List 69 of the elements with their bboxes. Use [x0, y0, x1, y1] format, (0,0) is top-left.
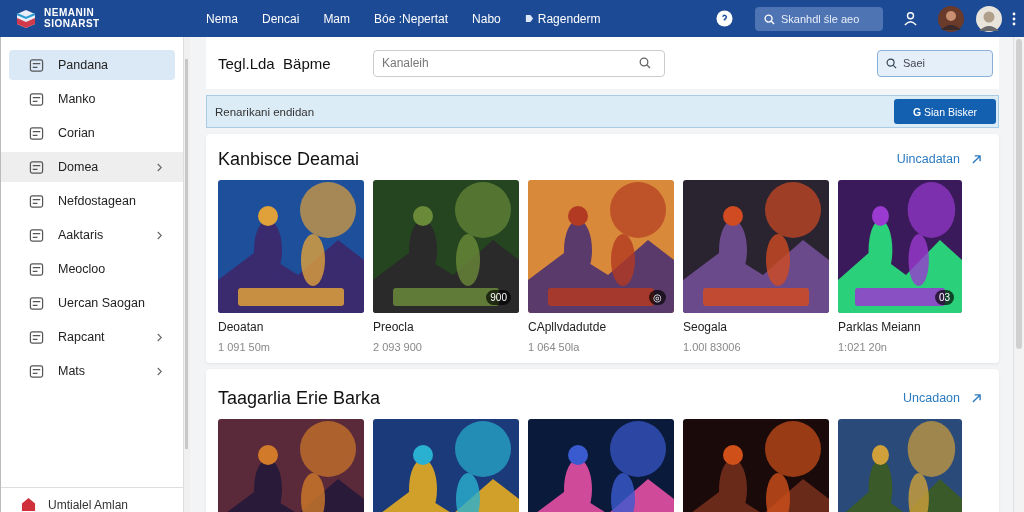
cube-logo-icon: [16, 8, 36, 29]
avatar[interactable]: [976, 5, 1002, 32]
page-title: Tegl.Lda Bäpme: [218, 54, 332, 72]
menu-item-icon: [29, 159, 44, 175]
sidebar-item[interactable]: Aaktaris: [9, 220, 175, 250]
nav-link[interactable]: Nema: [206, 11, 238, 26]
nav-link[interactable]: Mam: [323, 11, 351, 26]
game-title: Seogala: [683, 320, 729, 334]
avatar[interactable]: [938, 5, 964, 32]
search-icon: [764, 13, 775, 25]
sidebar-item[interactable]: Domea: [1, 152, 183, 182]
section-title: Kanbisce Deamai: [218, 148, 360, 170]
search-field[interactable]: Skanhdl śle aeo: [755, 6, 883, 31]
chevron-icon: [156, 230, 163, 240]
nav-link[interactable]: Ragenderm: [524, 11, 601, 26]
search-icon: [639, 56, 651, 69]
nav-link[interactable]: Dencai: [262, 11, 300, 26]
game-stats: 2 093 900: [373, 341, 423, 353]
search-field[interactable]: Kanaleih: [373, 49, 665, 77]
game-stats: 1:021 20n: [838, 341, 888, 353]
arrow-icon: [972, 393, 981, 403]
game-stats: 1.00l 83006: [683, 341, 742, 353]
menu-item-icon: [29, 193, 44, 209]
house-icon: [21, 497, 36, 512]
brand-name: NEMANIN SIONARST: [44, 8, 101, 29]
menu-item-icon: [29, 227, 44, 243]
sidebar-item[interactable]: Corian: [9, 118, 175, 148]
user-icon[interactable]: [903, 11, 918, 26]
sidebar-item[interactable]: Nefdostagean: [9, 186, 175, 216]
game-title: Parklas Meiann: [838, 320, 922, 334]
game-title: CApllvdadutde: [528, 320, 608, 334]
sign-in-button[interactable]: G Sian Bisker: [894, 99, 996, 124]
menu-item-icon: [29, 125, 44, 141]
more-icon[interactable]: [1012, 11, 1016, 26]
game-stats: 1 064 50la: [528, 341, 581, 353]
sidebar-item[interactable]: Pandana: [9, 50, 175, 80]
search-icon: [886, 57, 897, 69]
count-badge: 03: [934, 290, 954, 305]
help-icon[interactable]: [716, 10, 733, 27]
game-title: Deoatan: [218, 320, 265, 334]
menu-item-icon: [29, 57, 44, 73]
game-title: Preocla: [373, 320, 415, 334]
search-button[interactable]: Saei: [877, 49, 993, 77]
chevron-icon: [156, 332, 163, 342]
count-badge: 900: [486, 290, 511, 305]
nav-link[interactable]: Nabo: [472, 11, 501, 26]
sidebar-footer-item[interactable]: Umtialel Amlan: [1, 487, 183, 512]
menu-item-icon: [29, 295, 44, 311]
arrow-icon: [972, 154, 981, 164]
game-stats: 1 091 50m: [218, 341, 271, 353]
sidebar-item[interactable]: Meocloo: [9, 254, 175, 284]
scrollbar-thumb[interactable]: [1016, 39, 1022, 349]
section-title: Taagarlia Erie Barka: [218, 387, 381, 409]
chevron-icon: [156, 366, 163, 376]
menu-item-icon: [29, 261, 44, 277]
nav-link[interactable]: Bóe :Nepertat: [374, 11, 449, 26]
menu-item-icon: [29, 91, 44, 107]
sidebar-item[interactable]: Mats: [9, 356, 175, 386]
count-badge: ◎: [649, 290, 666, 305]
sidebar-item[interactable]: Manko: [9, 84, 175, 114]
sidebar-item[interactable]: Uercan Saogan: [9, 288, 175, 318]
tag-icon: [524, 14, 534, 23]
view-all-link[interactable]: Uincadatan: [896, 152, 960, 166]
banner-text: Renarikani endidan: [215, 105, 315, 118]
menu-item-icon: [29, 363, 44, 379]
menu-item-icon: [29, 329, 44, 345]
view-all-link[interactable]: Uncadaon: [903, 391, 960, 405]
chevron-icon: [156, 162, 163, 172]
sidebar-item[interactable]: Rapcant: [9, 322, 175, 352]
